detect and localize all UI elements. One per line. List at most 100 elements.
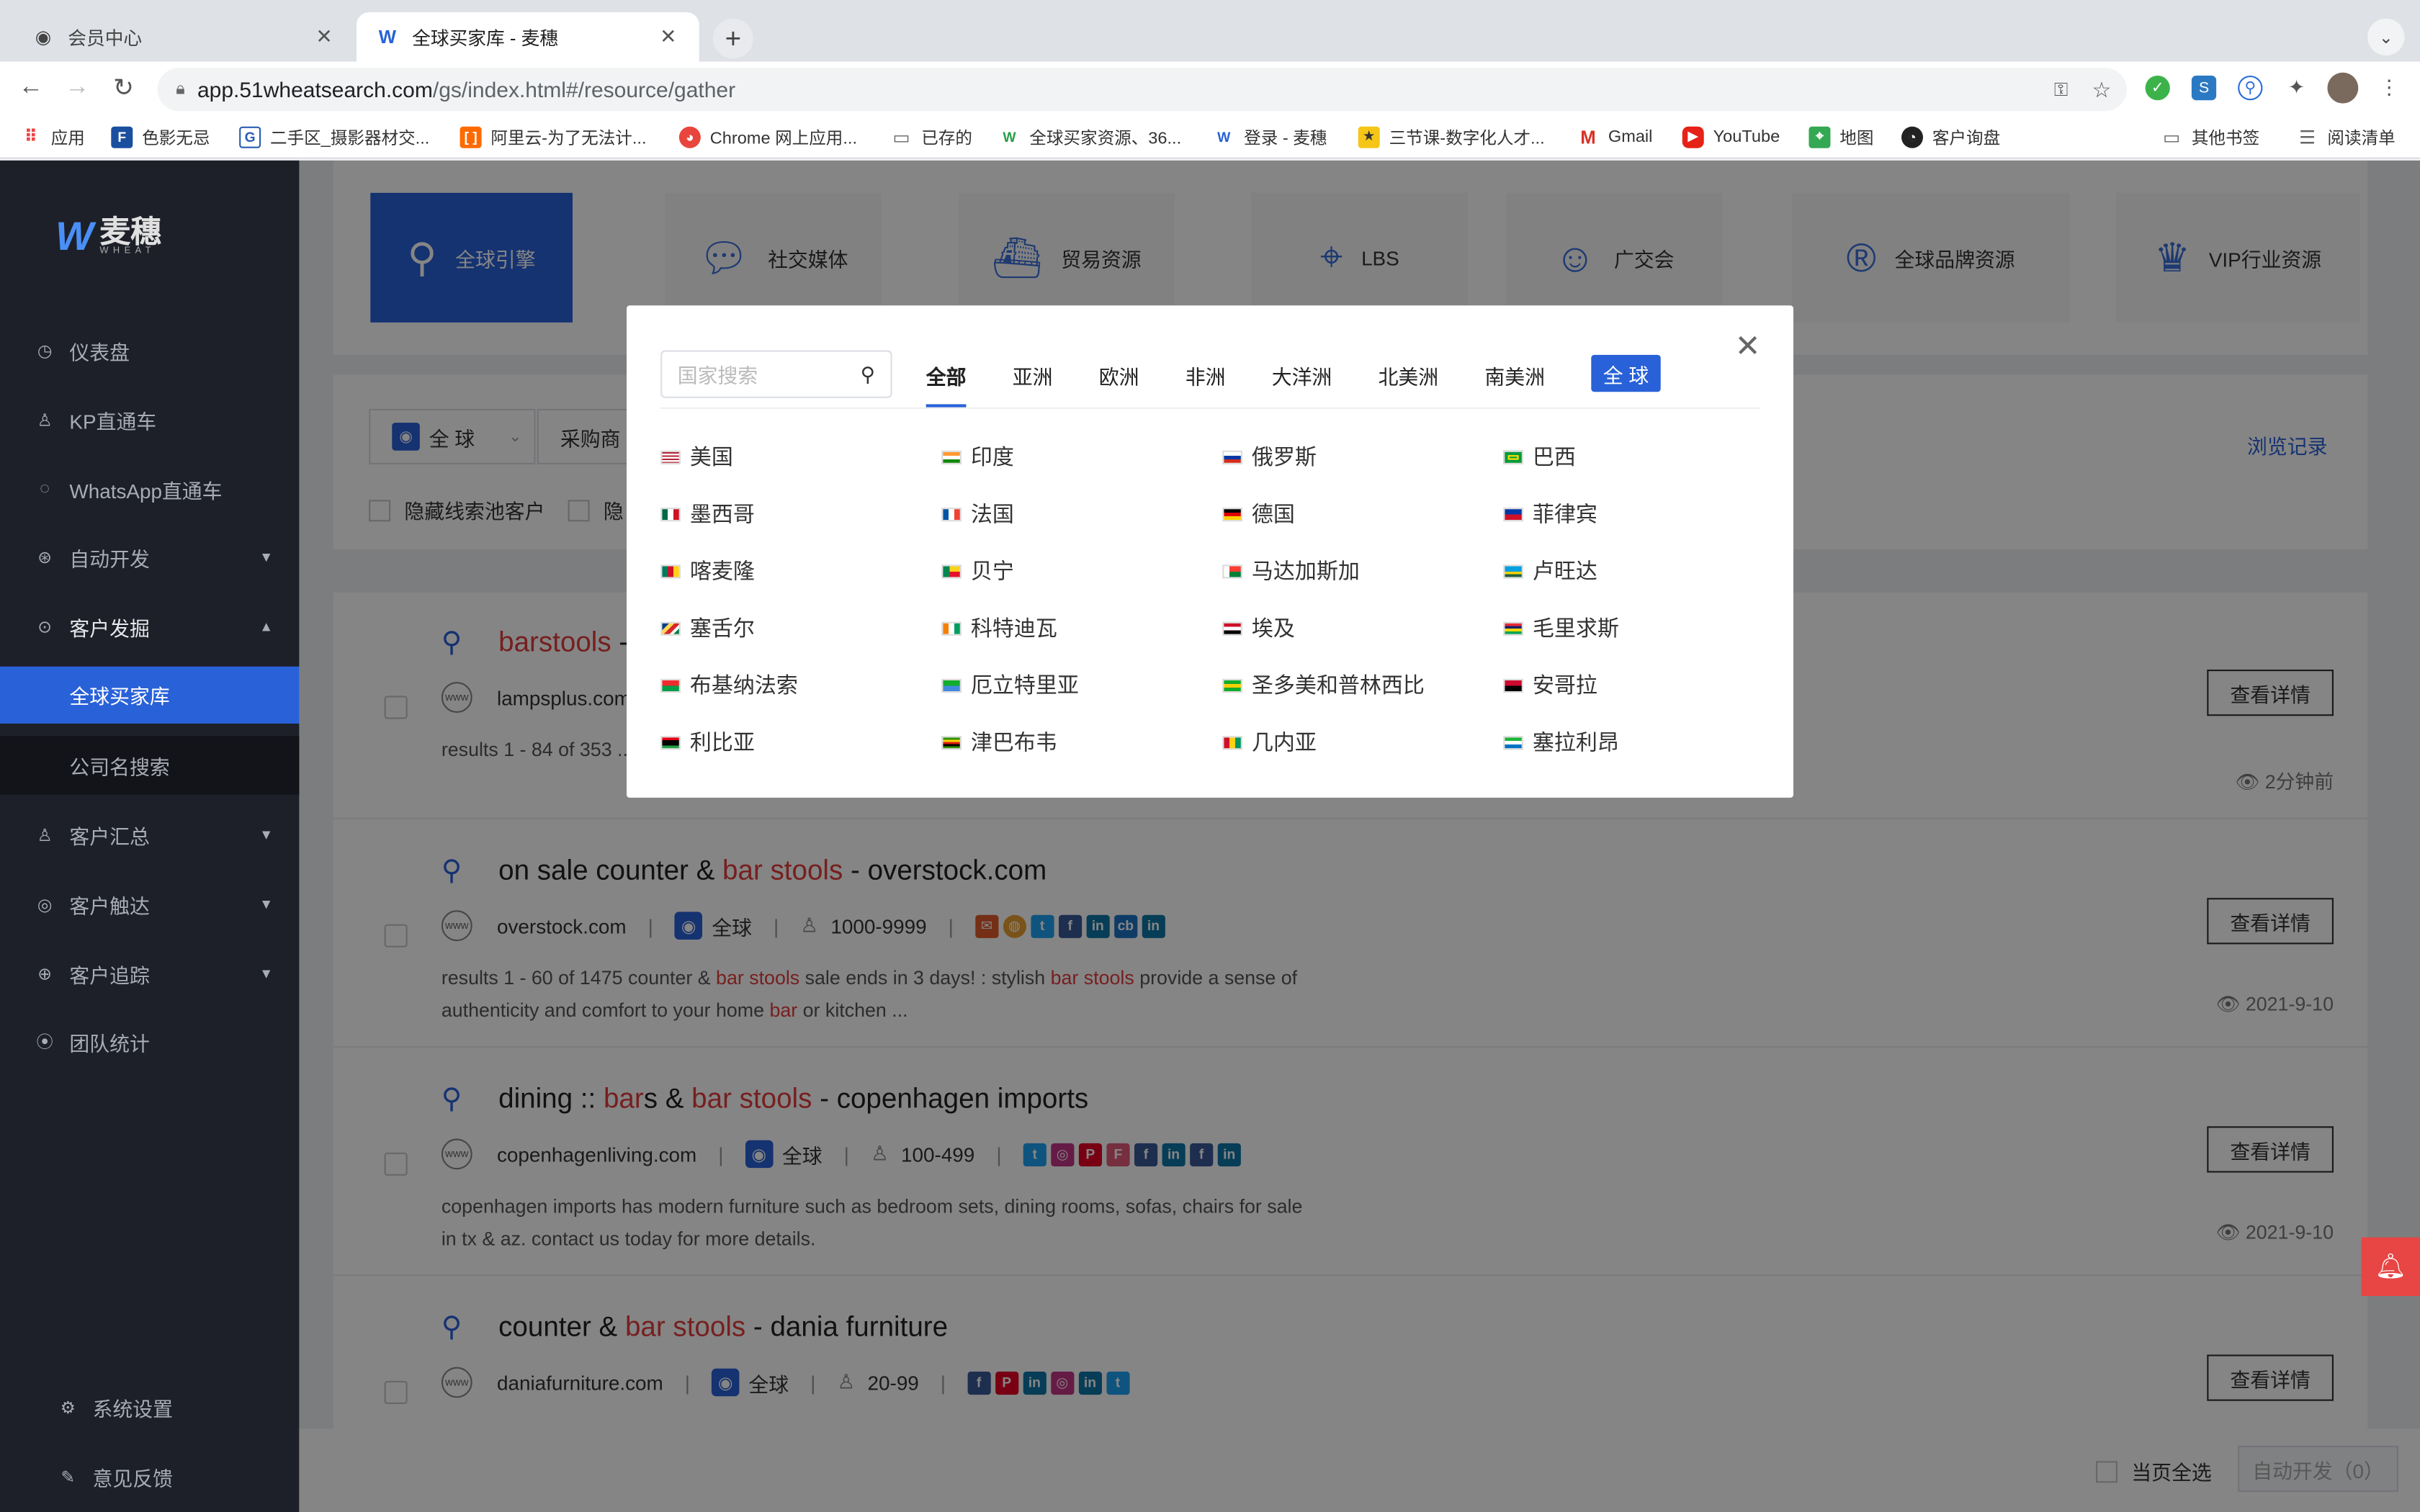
global-button[interactable]: 全 球 bbox=[1591, 354, 1661, 392]
country-option[interactable]: 美国 bbox=[660, 441, 733, 472]
extension-s-icon[interactable]: S bbox=[2191, 76, 2217, 101]
country-option[interactable]: 贝宁 bbox=[941, 555, 1014, 586]
tab-oceania[interactable]: 大洋洲 bbox=[1272, 361, 1332, 407]
chevron-down-icon: ▼ bbox=[259, 966, 274, 981]
chrome-icon: ◕ bbox=[678, 125, 701, 148]
country-option[interactable]: 布基纳法索 bbox=[660, 670, 798, 701]
country-option[interactable]: 印度 bbox=[941, 441, 1014, 472]
close-icon[interactable]: ✕ bbox=[1735, 327, 1761, 366]
bookmark-item[interactable]: ★ 三节课-数字化人才... bbox=[1358, 123, 1545, 149]
flag-sc-icon bbox=[660, 621, 681, 635]
flag-sl-icon bbox=[1503, 735, 1523, 750]
sidebar-item-team-stats[interactable]: ⦿ 团队统计 bbox=[0, 1012, 300, 1071]
notification-bell-icon[interactable]: 🔔︎ bbox=[2361, 1237, 2420, 1296]
back-arrow-icon[interactable]: ← bbox=[14, 73, 48, 104]
bookmark-maps[interactable]: ⌖ 地图 bbox=[1809, 123, 1873, 149]
browser-menu-icon[interactable]: ⋮ bbox=[2377, 76, 2401, 100]
country-option[interactable]: 马达加斯加 bbox=[1222, 555, 1360, 586]
country-option[interactable]: 几内亚 bbox=[1222, 726, 1317, 757]
country-option[interactable]: 俄罗斯 bbox=[1222, 441, 1317, 472]
bookmark-apps[interactable]: ⠿ 应用 bbox=[20, 123, 85, 149]
bookmark-item[interactable]: W 全球买家资源、36... bbox=[998, 123, 1181, 149]
key-icon[interactable]: ⚿ bbox=[2054, 78, 2069, 101]
flag-bf-icon bbox=[660, 678, 681, 693]
wheat-logo-icon: W bbox=[378, 26, 396, 48]
star-icon[interactable]: ☆ bbox=[2092, 76, 2112, 102]
country-option[interactable]: 塞拉利昂 bbox=[1503, 726, 1619, 757]
sidebar-item-company-search[interactable]: 公司名搜索 bbox=[0, 736, 300, 795]
address-bar[interactable]: 🔒︎ app.51wheatsearch.com/gs/index.html#/… bbox=[157, 68, 2127, 112]
extensions-puzzle-icon[interactable]: ✦ bbox=[2284, 76, 2308, 100]
bookmark-item[interactable]: F 色影无忌 bbox=[111, 123, 210, 149]
sidebar-item-auto-dev[interactable]: ⊛ 自动开发 ▼ bbox=[0, 528, 300, 586]
sidebar-item-customer-reach[interactable]: ◎ 客户触达 ▼ bbox=[0, 875, 300, 933]
browser-toolbar: ← → ↻ 🔒︎ app.51wheatsearch.com/gs/index.… bbox=[0, 61, 2420, 114]
bookmark-item[interactable]: ◕ Chrome 网上应用... bbox=[678, 123, 857, 149]
sidebar-item-whatsapp[interactable]: ◌ WhatsApp直通车 bbox=[0, 460, 300, 518]
bookmark-folder[interactable]: ▭ 已存的 bbox=[890, 123, 972, 149]
close-tab-icon[interactable]: ✕ bbox=[656, 24, 681, 49]
url-host: app.51wheatsearch.com bbox=[197, 77, 433, 102]
tab-all[interactable]: 全部 bbox=[926, 361, 967, 408]
flag-gn-icon bbox=[1222, 735, 1242, 750]
reload-icon[interactable]: ↻ bbox=[107, 73, 140, 104]
country-option[interactable]: 圣多美和普林西比 bbox=[1222, 670, 1425, 701]
country-option[interactable]: 法国 bbox=[941, 498, 1014, 529]
country-option[interactable]: 安哥拉 bbox=[1503, 670, 1597, 701]
chart-icon: ⦿ bbox=[36, 1033, 53, 1053]
forward-arrow-icon[interactable]: → bbox=[60, 73, 94, 104]
flag-ci-icon bbox=[941, 621, 962, 635]
bookmark-favicon-icon: F bbox=[111, 125, 133, 148]
country-option[interactable]: 利比亚 bbox=[660, 726, 755, 757]
close-tab-icon[interactable]: ✕ bbox=[312, 24, 336, 49]
sidebar-item-settings[interactable]: ⚙ 系统设置 bbox=[0, 1378, 300, 1436]
browser-tab-member-center[interactable]: ◉ 会员中心 ✕ bbox=[12, 12, 355, 62]
new-tab-button[interactable]: + bbox=[712, 18, 753, 59]
sidebar-item-feedback[interactable]: ✎ 意见反馈 bbox=[0, 1447, 300, 1506]
country-option[interactable]: 巴西 bbox=[1503, 441, 1576, 472]
sidebar-item-global-buyer-db[interactable]: 全球买家库 bbox=[0, 666, 300, 724]
browser-tab-buyer-db[interactable]: W 全球买家库 - 麦穗 ✕ bbox=[356, 12, 699, 62]
flag-ly-icon bbox=[660, 735, 681, 750]
tab-europe[interactable]: 欧洲 bbox=[1099, 361, 1139, 407]
bookmark-item[interactable]: G 二手区_摄影器材交... bbox=[239, 123, 429, 149]
country-option[interactable]: 墨西哥 bbox=[660, 498, 755, 529]
country-option[interactable]: 埃及 bbox=[1222, 613, 1295, 644]
tab-south-america[interactable]: 南美洲 bbox=[1484, 361, 1545, 407]
tab-north-america[interactable]: 北美洲 bbox=[1379, 361, 1439, 407]
app-logo[interactable]: W 麦穗 WHEAT bbox=[55, 213, 161, 261]
gmail-icon: M bbox=[1580, 125, 1596, 148]
bookmark-reading-list[interactable]: ☰ 阅读清单 bbox=[2297, 123, 2396, 149]
country-option[interactable]: 厄立特里亚 bbox=[941, 670, 1079, 701]
sidebar-item-kp[interactable]: ♙ KP直通车 bbox=[0, 390, 300, 449]
bookmark-youtube[interactable]: ▶ YouTube bbox=[1682, 123, 1780, 149]
country-option[interactable]: 菲律宾 bbox=[1503, 498, 1597, 529]
tab-search-chevron-icon[interactable]: ⌄ bbox=[2367, 18, 2405, 56]
bookmark-item[interactable]: W 登录 - 麦穗 bbox=[1213, 123, 1327, 149]
tab-asia[interactable]: 亚洲 bbox=[1013, 361, 1053, 407]
country-option[interactable]: 塞舌尔 bbox=[660, 613, 755, 644]
wheat-logo-icon: W bbox=[1217, 128, 1231, 145]
country-option[interactable]: 德国 bbox=[1222, 498, 1295, 529]
country-option[interactable]: 喀麦隆 bbox=[660, 555, 755, 586]
sidebar-item-dashboard[interactable]: ◷ 仪表盘 bbox=[0, 321, 300, 379]
extension-check-icon[interactable]: ✓ bbox=[2145, 76, 2170, 101]
country-option[interactable]: 卢旺达 bbox=[1503, 555, 1597, 586]
sidebar-item-customer-summary[interactable]: ♙ 客户汇总 ▼ bbox=[0, 806, 300, 864]
bookmark-item[interactable]: ◔ 客户询盘 bbox=[1901, 123, 2000, 149]
bookmark-gmail[interactable]: M Gmail bbox=[1577, 123, 1652, 149]
sidebar-item-customer-tracking[interactable]: ⊕ 客户追踪 ▼ bbox=[0, 944, 300, 1002]
country-option[interactable]: 科特迪瓦 bbox=[941, 613, 1057, 644]
bookmark-other-folder[interactable]: ▭ 其他书签 bbox=[2161, 123, 2259, 149]
country-option[interactable]: 毛里求斯 bbox=[1503, 613, 1619, 644]
sidebar-item-discovery[interactable]: ⊙ 客户发掘 ▲ bbox=[0, 597, 300, 655]
country-search-input[interactable]: 国家搜索 ⚲ bbox=[660, 350, 892, 398]
extension-search-icon[interactable]: ⚲ bbox=[2238, 76, 2263, 101]
chevron-up-icon: ▲ bbox=[259, 618, 274, 634]
tab-africa[interactable]: 非洲 bbox=[1186, 361, 1226, 407]
country-option[interactable]: 津巴布韦 bbox=[941, 726, 1057, 757]
profile-avatar[interactable] bbox=[2327, 72, 2359, 104]
bookmark-item[interactable]: [ ] 阿里云-为了无法计... bbox=[460, 123, 647, 149]
user-icon: ♙ bbox=[37, 411, 53, 430]
whatsapp-icon: ◌ bbox=[40, 480, 50, 499]
